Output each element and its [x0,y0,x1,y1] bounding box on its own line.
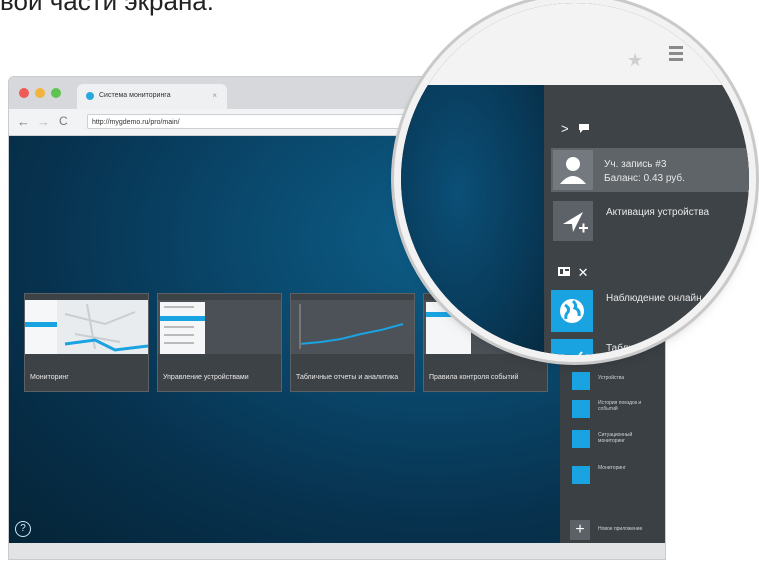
close-icon[interactable]: ✕ [578,265,589,280]
devices-icon[interactable] [572,372,590,390]
account-card[interactable]: Уч. запись #3 Баланс: 0.43 руб. [551,148,749,192]
magnifier-lens: ★ > Уч. запись #3 Баланс: 0.43 руб. Акти… [401,3,749,355]
chart-thumbnail [291,294,414,354]
tile-thumbnail [291,294,414,354]
calendar-icon[interactable] [572,400,590,418]
sidebar-item-new-app[interactable]: Новое приложение [598,526,658,532]
sidebar-item-devices[interactable]: Устройства [598,375,658,381]
tile-label: Мониторинг [30,374,69,381]
tile-label: Табличные отчеты и аналитика [296,374,399,381]
location-plus-icon[interactable] [553,201,593,241]
chevron-right-icon: > [561,121,569,136]
activate-device-label[interactable]: Активация устройства [606,207,709,218]
sidebar-item-history[interactable]: История поездок и событий [598,400,658,412]
chat-icon[interactable] [578,123,590,134]
magnified-viewport [401,85,544,355]
app-reports-label[interactable]: Табличные отчеты и аналитика [606,343,701,355]
bookmark-star-icon[interactable]: ★ [627,50,643,71]
globe-icon[interactable] [572,466,590,484]
sidebar-item-situational[interactable]: Ситуационный мониторинг [598,432,658,444]
back-button[interactable]: ← [17,114,30,129]
tile-reports[interactable]: Табличные отчеты и аналитика [290,293,415,392]
tile-label: Управление устройствами [163,374,249,381]
chart-icon[interactable] [551,339,593,355]
magnified-toolbar: ★ [401,3,749,85]
sidebar-toggle[interactable]: > [561,121,590,136]
list-thumbnail [158,294,281,354]
maximize-window-button[interactable] [51,88,61,98]
tile-thumbnail [25,294,148,354]
close-window-button[interactable] [19,88,29,98]
app-online-monitoring-label[interactable]: Наблюдение онлайн [606,293,702,304]
tile-device-management[interactable]: Управление устройствами [157,293,282,392]
menu-icon[interactable] [669,46,683,64]
add-app-button[interactable]: + [570,520,590,540]
tile-monitoring[interactable]: Мониторинг [24,293,149,392]
browser-tab[interactable]: Система мониторинга × [77,84,227,109]
account-name: Уч. запись #3 [604,159,667,170]
map-thumbnail [25,294,148,354]
favicon-icon [86,92,94,100]
user-avatar-icon [553,150,593,190]
tab-close-button[interactable]: × [212,91,217,100]
sidebar-item-monitoring[interactable]: Мониторинг [598,465,658,471]
account-balance: Баланс: 0.43 руб. [604,173,685,184]
minimize-window-button[interactable] [35,88,45,98]
status-bar [9,543,665,559]
forward-button[interactable]: → [37,114,50,129]
compass-icon[interactable] [572,430,590,448]
tile-label: Правила контроля событий [429,374,519,381]
toolbar-icons: ✕ [558,265,589,281]
globe-icon[interactable] [551,290,593,332]
tile-thumbnail [158,294,281,354]
help-icon[interactable]: ? [15,521,31,537]
layout-icon[interactable] [558,266,570,277]
tab-title: Система мониторинга [99,92,171,99]
page-caption: вой части экрана: [0,0,214,16]
reload-button[interactable]: C [59,114,68,128]
